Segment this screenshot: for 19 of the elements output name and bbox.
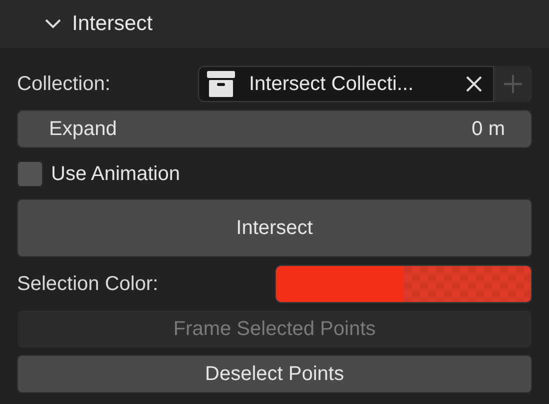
collection-name: Intersect Collecti... <box>249 72 415 97</box>
field-label: Collection: <box>17 72 112 97</box>
collection-field[interactable]: Intersect Collecti... <box>198 66 494 102</box>
field-label: Selection Color: <box>17 272 160 297</box>
close-icon[interactable] <box>465 75 483 93</box>
plus-icon <box>504 75 522 93</box>
expand-field[interactable]: Expand 0 m <box>17 110 532 148</box>
action-button[interactable]: Intersect <box>17 199 532 257</box>
box-icon <box>207 71 235 97</box>
checkbox[interactable] <box>17 161 43 187</box>
field-value: 0 m <box>472 117 505 142</box>
action-button[interactable]: Deselect Points <box>17 355 532 393</box>
chevron-icon <box>44 18 62 30</box>
panel-title: Intersect <box>72 11 153 38</box>
field-label: Expand <box>49 117 117 142</box>
panel-header[interactable]: Intersect <box>0 0 549 48</box>
checkbox-label: Use Animation <box>51 162 180 187</box>
add-button[interactable] <box>494 66 532 102</box>
color-field[interactable] <box>275 265 532 303</box>
